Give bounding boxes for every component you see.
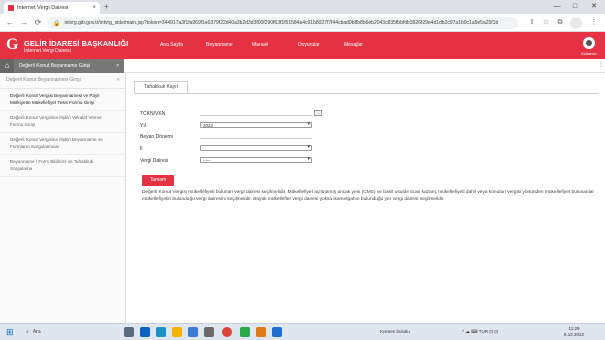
task-view-icon[interactable] (124, 327, 134, 337)
period-label: Beyan Dönemi (140, 134, 173, 140)
weather-widget[interactable]: Kısmen bulutlu (380, 329, 410, 334)
tckn-lookup-button[interactable]: ... (314, 110, 322, 116)
menu-item-manual[interactable]: Manuel (252, 42, 298, 48)
menu-item-declaration[interactable]: Beyanname (206, 42, 252, 48)
app-icon-2[interactable] (256, 327, 266, 337)
sidebar-header: Değerli Konut Beyannamesi Girişi « (0, 73, 125, 89)
share-icon[interactable]: ⇪ (526, 17, 538, 29)
tax-office-select[interactable]: ----- (200, 157, 312, 163)
tab-title: İnternet Vergi Dairesi (17, 5, 69, 11)
sidebar-item-declaration-entry[interactable]: Değerli Konut Vergisi Beyannamesi ve Pay… (0, 89, 125, 111)
home-icon[interactable]: ⌂ (0, 59, 14, 73)
main-menu: Ana Sayfa Beyanname Manuel Duyurular Mes… (160, 42, 390, 48)
period-field[interactable] (200, 133, 312, 139)
mail-icon[interactable] (188, 327, 198, 337)
open-page-close-icon[interactable]: × (116, 63, 119, 69)
taskbar-search[interactable]: ⌕ Ara (26, 326, 110, 338)
extensions-icon[interactable]: ⧉ (554, 17, 566, 29)
url-text[interactable]: intvrg.gib.gov.tr/intvrg_side/main.jsp?t… (64, 20, 513, 26)
window-close-button[interactable]: ✕ (586, 0, 602, 14)
collapse-icon[interactable]: « (117, 77, 120, 83)
lock-icon: 🔒 (53, 20, 61, 27)
sidebar: Değerli Konut Beyannamesi Girişi « Değer… (0, 73, 126, 323)
address-bar[interactable]: 🔒 intvrg.gib.gov.tr/intvrg_side/main.jsp… (48, 17, 518, 29)
logo-subtitle: İnternet Vergi Dairesi (24, 48, 71, 54)
main-content: Tahakkuk Kayıt TCKN/VKN ... Yıl 2022 Bey… (126, 73, 605, 323)
sidebar-item-proxy-form[interactable]: Değerli Konut Vergisine İlişkin Vekalet … (0, 111, 125, 133)
gib-logo-icon: G (6, 36, 19, 53)
open-pages-bar: ⌂ Değerli Konut Beyanname Girişi × ⋮ (0, 59, 605, 73)
app-header: G GELİR İDARESİ BAŞKANLIĞI İnternet Verg… (0, 32, 605, 59)
search-placeholder: Ara (32, 329, 41, 335)
search-icon: ⌕ (26, 329, 29, 335)
system-tray[interactable]: ^ ☁ ⌨ TUR ⊡ ⊡ (462, 329, 498, 335)
maximize-button[interactable]: □ (567, 0, 583, 14)
gib-favicon-icon (8, 5, 14, 11)
browser-tab[interactable]: İnternet Vergi Dairesi × (4, 2, 100, 14)
new-tab-button[interactable]: + (104, 2, 109, 11)
bookmark-star-icon[interactable]: ☆ (540, 17, 552, 29)
tax-office-label: Vergi Dairesi (140, 158, 169, 164)
profile-avatar[interactable] (570, 17, 582, 29)
browser-tabstrip: İnternet Vergi Dairesi × + — □ ✕ (0, 0, 605, 14)
tckn-label: TCKN/VKN (140, 111, 166, 117)
user-name[interactable]: Kullanıcı (574, 51, 604, 56)
windows-taskbar: ⊞ ⌕ Ara Kısmen bulutlu ^ ☁ ⌨ TUR ⊡ ⊡ 11:… (0, 323, 605, 340)
year-select[interactable]: 2022 (200, 122, 312, 128)
word-icon[interactable] (272, 327, 282, 337)
back-button[interactable]: ← (4, 17, 16, 29)
menu-item-messages[interactable]: Mesajlar (344, 42, 390, 48)
edge-icon[interactable] (156, 327, 166, 337)
minimize-button[interactable]: — (549, 0, 565, 14)
tab-accrual-record[interactable]: Tahakkuk Kayıt (134, 81, 188, 93)
tckn-input[interactable] (200, 110, 312, 116)
user-avatar-icon[interactable] (583, 37, 595, 49)
sidebar-item-query-forms[interactable]: Değerli Konut Vergisine İlişkin Beyannam… (0, 133, 125, 155)
file-explorer-icon[interactable] (172, 327, 182, 337)
forward-button[interactable]: → (18, 17, 30, 29)
sidebar-title: Değerli Konut Beyannamesi Girişi (6, 77, 81, 83)
more-options-icon[interactable]: ⋮ (598, 61, 604, 68)
year-label: Yıl (140, 123, 146, 129)
reload-button[interactable]: ⟳ (32, 17, 44, 29)
province-label: İl (140, 146, 143, 152)
app-icon-1[interactable] (204, 327, 214, 337)
excel-icon[interactable] (240, 327, 250, 337)
info-text: Değerli Konut Vergisi mükellefiyeti bulu… (142, 190, 594, 202)
menu-item-announcements[interactable]: Duyurular (298, 42, 344, 48)
store-icon[interactable] (140, 327, 150, 337)
logo-title: GELİR İDARESİ BAŞKANLIĞI (24, 39, 129, 48)
sidebar-item-accrual-query[interactable]: Beyanname / Form Bildirimi ve Tahakkuk S… (0, 155, 125, 177)
taskbar-clock[interactable]: 11:29 8.12.2022 (557, 326, 591, 338)
clock-date: 8.12.2022 (563, 332, 585, 337)
open-page-tab[interactable]: Değerli Konut Beyanname Girişi × (14, 59, 124, 73)
browser-menu-icon[interactable]: ⋮ (588, 17, 600, 29)
chrome-icon[interactable] (222, 327, 232, 337)
tab-close-icon[interactable]: × (92, 5, 96, 11)
tab-divider (134, 93, 598, 94)
browser-toolbar: ← → ⟳ 🔒 intvrg.gib.gov.tr/intvrg_side/ma… (0, 14, 605, 32)
windows-start-icon[interactable]: ⊞ (6, 327, 16, 337)
submit-button[interactable]: Tamam (142, 175, 174, 186)
menu-item-home[interactable]: Ana Sayfa (160, 42, 206, 48)
province-select[interactable] (200, 145, 312, 151)
open-page-tab-label: Değerli Konut Beyanname Girişi (19, 63, 91, 69)
